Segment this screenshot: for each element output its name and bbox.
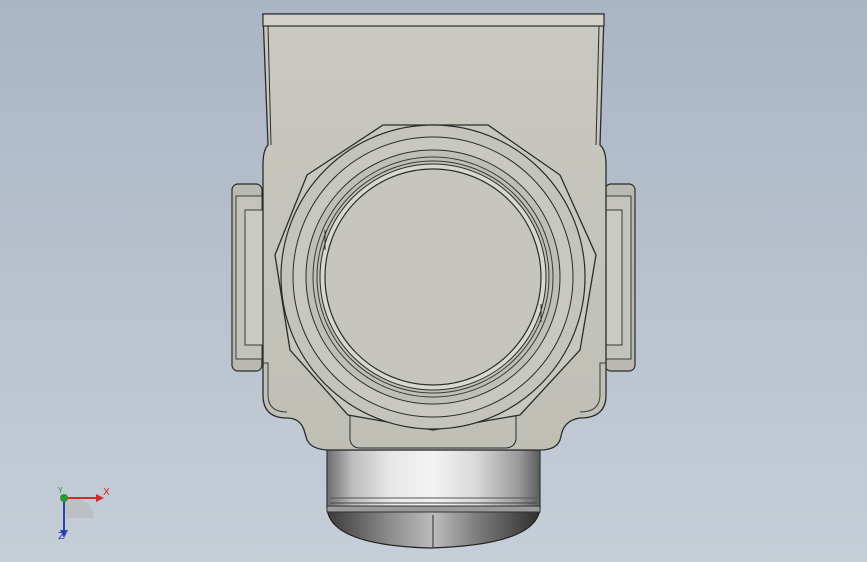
z-axis-label: Z [58,531,65,542]
valve-body-model[interactable] [0,0,867,562]
left-port-flange [231,183,266,372]
hex-nut [274,124,597,431]
y-axis-label: Y [58,486,63,495]
bottom-outlet [326,449,541,549]
right-port-flange [601,183,636,372]
triad-plane-shade [64,497,94,518]
x-axis-label: X [103,487,110,498]
cad-viewport[interactable]: X Y Z [0,0,867,562]
